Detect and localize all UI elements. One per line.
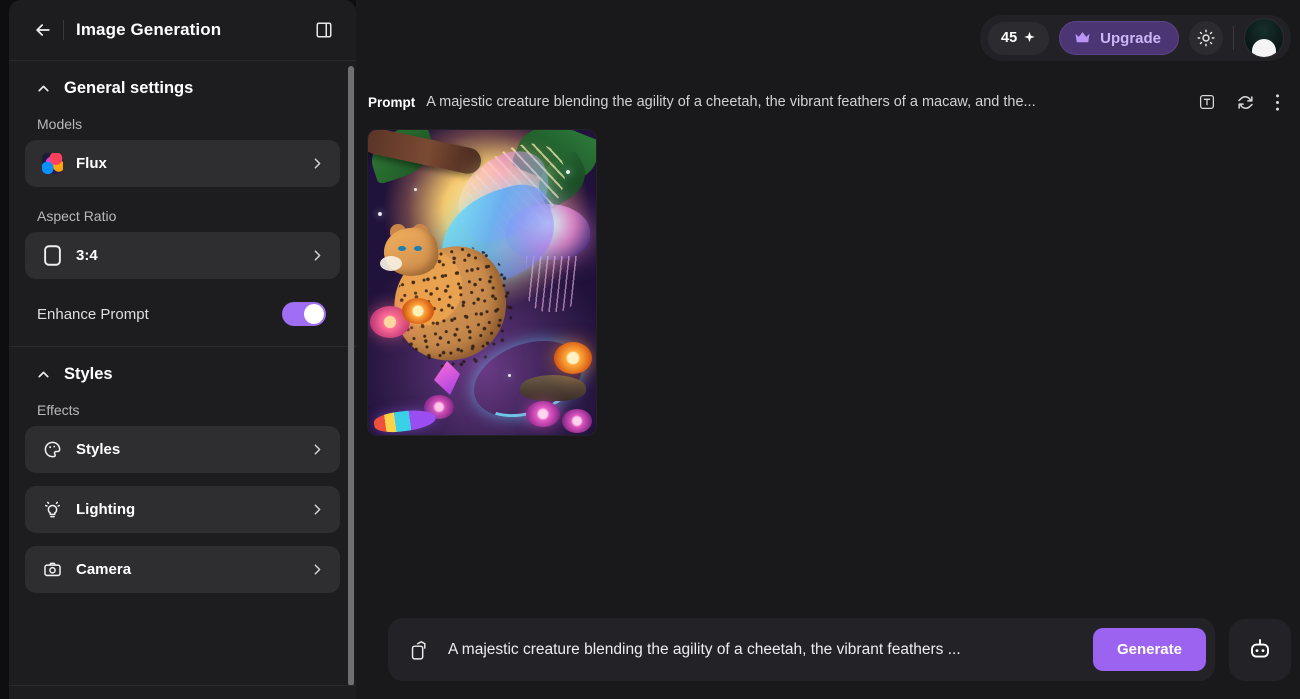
upgrade-label: Upgrade: [1100, 29, 1161, 47]
chevron-up-icon: [35, 366, 52, 383]
prompt-text: A majestic creature blending the agility…: [426, 94, 1036, 110]
toggle-knob: [304, 304, 324, 324]
panel-layout-icon[interactable]: [310, 16, 338, 44]
enhance-prompt-toggle[interactable]: [282, 302, 326, 326]
app-root: Image Generation General settings Models: [0, 0, 1300, 699]
prompt-bar: Generate: [388, 618, 1215, 681]
upgrade-button[interactable]: Upgrade: [1059, 21, 1179, 55]
sidebar-header: Image Generation: [9, 0, 356, 61]
option-label: Flux: [76, 155, 107, 172]
sidebar-scroll-area: General settings Models Flux Aspect Rati…: [9, 61, 356, 699]
generate-button[interactable]: Generate: [1092, 628, 1206, 671]
option-lighting[interactable]: Lighting: [25, 486, 340, 533]
group-label-models: Models: [37, 116, 83, 132]
flux-logo-icon: [40, 152, 64, 176]
artwork: [368, 130, 596, 435]
chevron-up-icon: [35, 80, 52, 97]
settings-sidebar: Image Generation General settings Models: [9, 0, 356, 699]
main-content: 45 Upgrade Prompt A majestic creature bl…: [356, 0, 1300, 699]
option-label: Camera: [76, 561, 132, 578]
chevron-right-icon: [309, 441, 326, 458]
group-label-aspect-ratio: Aspect Ratio: [37, 208, 117, 224]
lightbulb-icon: [40, 498, 64, 522]
credits-badge[interactable]: 45: [988, 21, 1050, 55]
prompt-label: Prompt: [368, 94, 416, 110]
chevron-right-icon: [309, 247, 326, 264]
result-header: Prompt A majestic creature blending the …: [356, 76, 1300, 116]
regenerate-icon[interactable]: [1236, 93, 1255, 112]
more-options-icon[interactable]: [1275, 93, 1280, 112]
back-button[interactable]: [29, 16, 57, 44]
option-label: Styles: [76, 441, 121, 458]
enhance-prompt-label: Enhance Prompt: [37, 305, 149, 323]
section-title: Styles: [64, 365, 113, 383]
crown-icon: [1074, 31, 1091, 45]
palette-icon: [40, 438, 64, 462]
header-divider: [63, 20, 64, 40]
chevron-right-icon: [309, 155, 326, 172]
sun-icon[interactable]: [1189, 21, 1223, 55]
text-overlay-icon[interactable]: [1198, 93, 1216, 111]
group-label-effects: Effects: [37, 402, 80, 418]
option-label: 3:4: [76, 247, 98, 264]
portrait-rectangle-icon: [40, 244, 64, 268]
section-title: General settings: [64, 79, 194, 97]
composer: Generate: [356, 618, 1300, 699]
camera-icon: [40, 558, 64, 582]
section-general-settings[interactable]: General settings: [25, 61, 340, 108]
chevron-right-icon: [309, 501, 326, 518]
topbar-divider: [1233, 26, 1234, 50]
option-styles[interactable]: Styles: [25, 426, 340, 473]
option-model-flux[interactable]: Flux: [25, 140, 340, 187]
sparkle-icon: [1023, 31, 1036, 46]
result-actions: [1198, 93, 1284, 112]
top-bar: 45 Upgrade: [356, 0, 1300, 76]
image-upload-icon[interactable]: [410, 639, 432, 661]
page-title: Image Generation: [76, 20, 222, 39]
credits-count: 45: [1001, 30, 1018, 46]
robot-icon[interactable]: [1229, 618, 1291, 681]
row-enhance-prompt: Enhance Prompt: [25, 292, 340, 336]
user-avatar[interactable]: [1244, 18, 1284, 58]
sidebar-bottom-divider: [9, 685, 356, 686]
option-camera[interactable]: Camera: [25, 546, 340, 593]
prompt-input[interactable]: [448, 640, 1079, 659]
option-aspect-ratio[interactable]: 3:4: [25, 232, 340, 279]
canvas-area: [356, 116, 1300, 618]
option-label: Lighting: [76, 501, 136, 518]
generated-image[interactable]: [368, 130, 596, 435]
sidebar-scrollbar[interactable]: [348, 66, 354, 686]
section-styles[interactable]: Styles: [25, 347, 340, 394]
chevron-right-icon: [309, 561, 326, 578]
account-pill: 45 Upgrade: [980, 15, 1291, 61]
